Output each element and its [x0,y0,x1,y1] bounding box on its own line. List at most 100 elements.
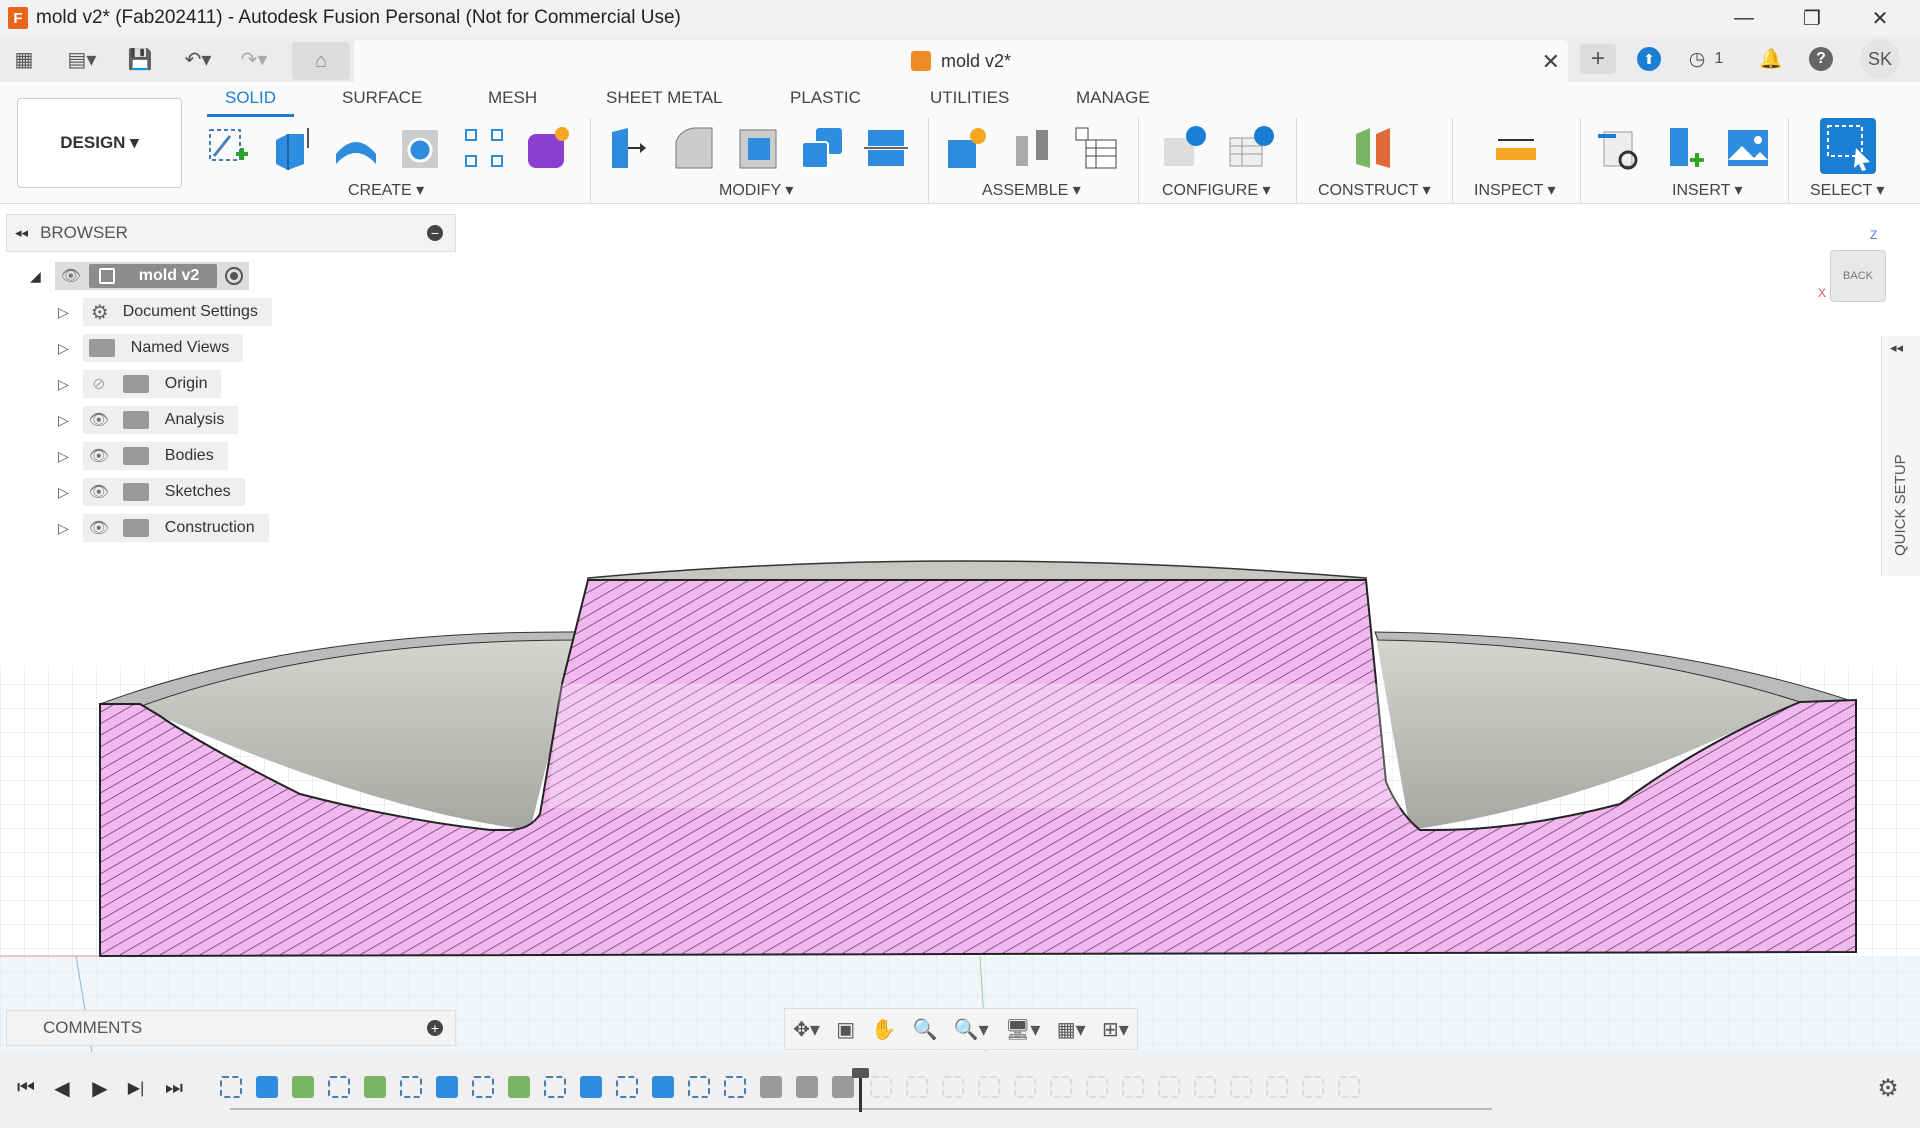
timeline-body-feature-icon[interactable] [256,1076,278,1098]
help-icon[interactable]: ? [1809,47,1833,71]
3d-viewport[interactable] [0,204,1920,1052]
timeline-sketch-feature-icon[interactable] [688,1076,710,1098]
save-icon[interactable]: 💾 [124,44,156,74]
tab-surface[interactable]: SURFACE [342,88,422,108]
user-avatar[interactable]: SK [1860,39,1900,79]
joint-icon[interactable] [1008,124,1056,172]
timeline-suppressed-feature-icon[interactable] [1158,1076,1180,1098]
create-form-icon[interactable] [524,124,572,172]
zoom-icon[interactable]: 🔍 [913,1017,938,1042]
insert-canvas-icon[interactable] [1724,124,1772,172]
tab-sheet-metal[interactable]: SHEET METAL [606,88,723,108]
timeline-revolve-feature-icon[interactable] [580,1076,602,1098]
notifications-icon[interactable]: 🔔 [1756,44,1786,74]
configure-menu[interactable]: CONFIGURE ▾ [1162,180,1270,200]
visibility-eye-icon[interactable]: 👁 [87,516,111,540]
home-icon[interactable]: ⌂ [292,42,350,80]
visibility-eye-icon[interactable]: 👁 [59,264,83,288]
browser-root-row[interactable]: ◢ 👁 mold v2 [30,261,250,291]
browser-minimize-icon[interactable]: − [427,225,443,241]
look-at-icon[interactable]: ▣ [836,1017,855,1042]
inspect-menu[interactable]: INSPECT ▾ [1474,180,1556,200]
construct-menu[interactable]: CONSTRUCT ▾ [1318,180,1431,200]
expand-arrow-icon[interactable]: ▷ [58,376,69,393]
extrude-icon[interactable] [268,124,316,172]
job-status-icon[interactable]: ◷ [1684,44,1710,74]
timeline-fillet-feature-icon[interactable] [760,1076,782,1098]
browser-item-origin[interactable]: ▷ ⊘ Origin [58,369,222,399]
extensions-icon[interactable]: ⬆ [1637,47,1661,71]
browser-item-sketches[interactable]: ▷ 👁 Sketches [58,477,245,507]
quick-setup-collapse-icon[interactable]: ◂◂ [1890,340,1903,356]
timeline-plane-feature-icon[interactable] [292,1076,314,1098]
browser-item-document-settings[interactable]: ▷ ⚙ Document Settings [58,297,272,327]
insert-mcmaster-icon[interactable] [1660,124,1708,172]
browser-item-bodies[interactable]: ▷ 👁 Bodies [58,441,228,471]
timeline-first-icon[interactable]: ⏮ [12,1074,40,1102]
viewcube[interactable]: BACK [1830,250,1886,302]
timeline-suppressed-feature-icon[interactable] [1302,1076,1324,1098]
create-sketch-icon[interactable] [204,124,252,172]
quick-setup-panel[interactable]: ◂◂ QUICK SETUP [1881,336,1920,576]
timeline-suppressed-feature-icon[interactable] [1266,1076,1288,1098]
bill-of-materials-icon[interactable] [1072,124,1120,172]
timeline-last-icon[interactable]: ⏭ [160,1074,188,1102]
insert-menu[interactable]: INSERT ▾ [1672,180,1743,200]
timeline-sketch-feature-icon[interactable] [220,1076,242,1098]
timeline-next-icon[interactable]: ▶| [122,1074,150,1102]
revolve-icon[interactable] [332,124,380,172]
split-body-icon[interactable] [862,124,910,172]
document-tab[interactable]: mold v2* ✕ [354,40,1568,82]
visibility-eye-icon[interactable]: 👁 [87,408,111,432]
timeline-play-icon[interactable]: ▶ [86,1074,114,1102]
expand-arrow-icon[interactable]: ▷ [58,412,69,429]
fit-icon[interactable]: 🔍▾ [954,1017,989,1042]
timeline-plane-feature-icon[interactable] [508,1076,530,1098]
timeline-sketch-feature-icon[interactable] [544,1076,566,1098]
browser-item-named-views[interactable]: ▷ Named Views [58,333,244,363]
timeline-sketch-feature-icon[interactable] [400,1076,422,1098]
assemble-menu[interactable]: ASSEMBLE ▾ [982,180,1081,200]
expand-arrow-icon[interactable]: ▷ [58,340,69,357]
tab-utilities[interactable]: UTILITIES [930,88,1009,108]
restore-button[interactable]: ❐ [1778,0,1846,36]
browser-item-analysis[interactable]: ▷ 👁 Analysis [58,405,239,435]
select-menu[interactable]: SELECT ▾ [1810,180,1884,200]
timeline-suppressed-feature-icon[interactable] [906,1076,928,1098]
timeline-previous-icon[interactable]: ◀ [48,1074,76,1102]
timeline-suppressed-feature-icon[interactable] [1230,1076,1252,1098]
timeline-suppressed-feature-icon[interactable] [942,1076,964,1098]
timeline-body-feature-icon[interactable] [652,1076,674,1098]
grid-settings-icon[interactable]: ▦▾ [1057,1017,1086,1042]
timeline-suppressed-feature-icon[interactable] [1338,1076,1360,1098]
expand-arrow-icon[interactable]: ▷ [58,520,69,537]
timeline-fillet-feature-icon[interactable] [796,1076,818,1098]
tab-plastic[interactable]: PLASTIC [790,88,861,108]
timeline-suppressed-feature-icon[interactable] [1014,1076,1036,1098]
expand-arrow-icon[interactable]: ▷ [58,484,69,501]
timeline-marker-handle[interactable] [852,1068,869,1078]
redo-icon[interactable]: ↷▾ [232,44,276,74]
file-menu-icon[interactable]: ▤▾ [60,44,104,74]
configure-icon[interactable] [1160,124,1208,172]
close-tab-icon[interactable]: ✕ [1542,49,1560,75]
hidden-eye-icon[interactable]: ⊘ [87,372,111,396]
new-tab-button[interactable]: + [1580,44,1616,74]
timeline-suppressed-feature-icon[interactable] [978,1076,1000,1098]
press-pull-icon[interactable] [606,124,654,172]
tab-manage[interactable]: MANAGE [1076,88,1150,108]
expand-arrow-icon[interactable]: ▷ [58,304,69,321]
orbit-icon[interactable]: ✥▾ [793,1017,820,1042]
tab-mesh[interactable]: MESH [488,88,537,108]
configuration-table-icon[interactable] [1226,124,1274,172]
fillet-icon[interactable] [670,124,718,172]
timeline-suppressed-feature-icon[interactable] [1086,1076,1108,1098]
timeline-sketch-feature-icon[interactable] [328,1076,350,1098]
close-window-button[interactable]: ✕ [1846,0,1914,36]
timeline-settings-icon[interactable]: ⚙ [1874,1074,1902,1102]
timeline-suppressed-feature-icon[interactable] [1194,1076,1216,1098]
viewports-icon[interactable]: ⊞▾ [1102,1017,1129,1042]
combine-icon[interactable] [798,124,846,172]
workspace-switcher[interactable]: DESIGN ▾ [17,98,182,188]
modify-menu[interactable]: MODIFY ▾ [719,180,793,200]
